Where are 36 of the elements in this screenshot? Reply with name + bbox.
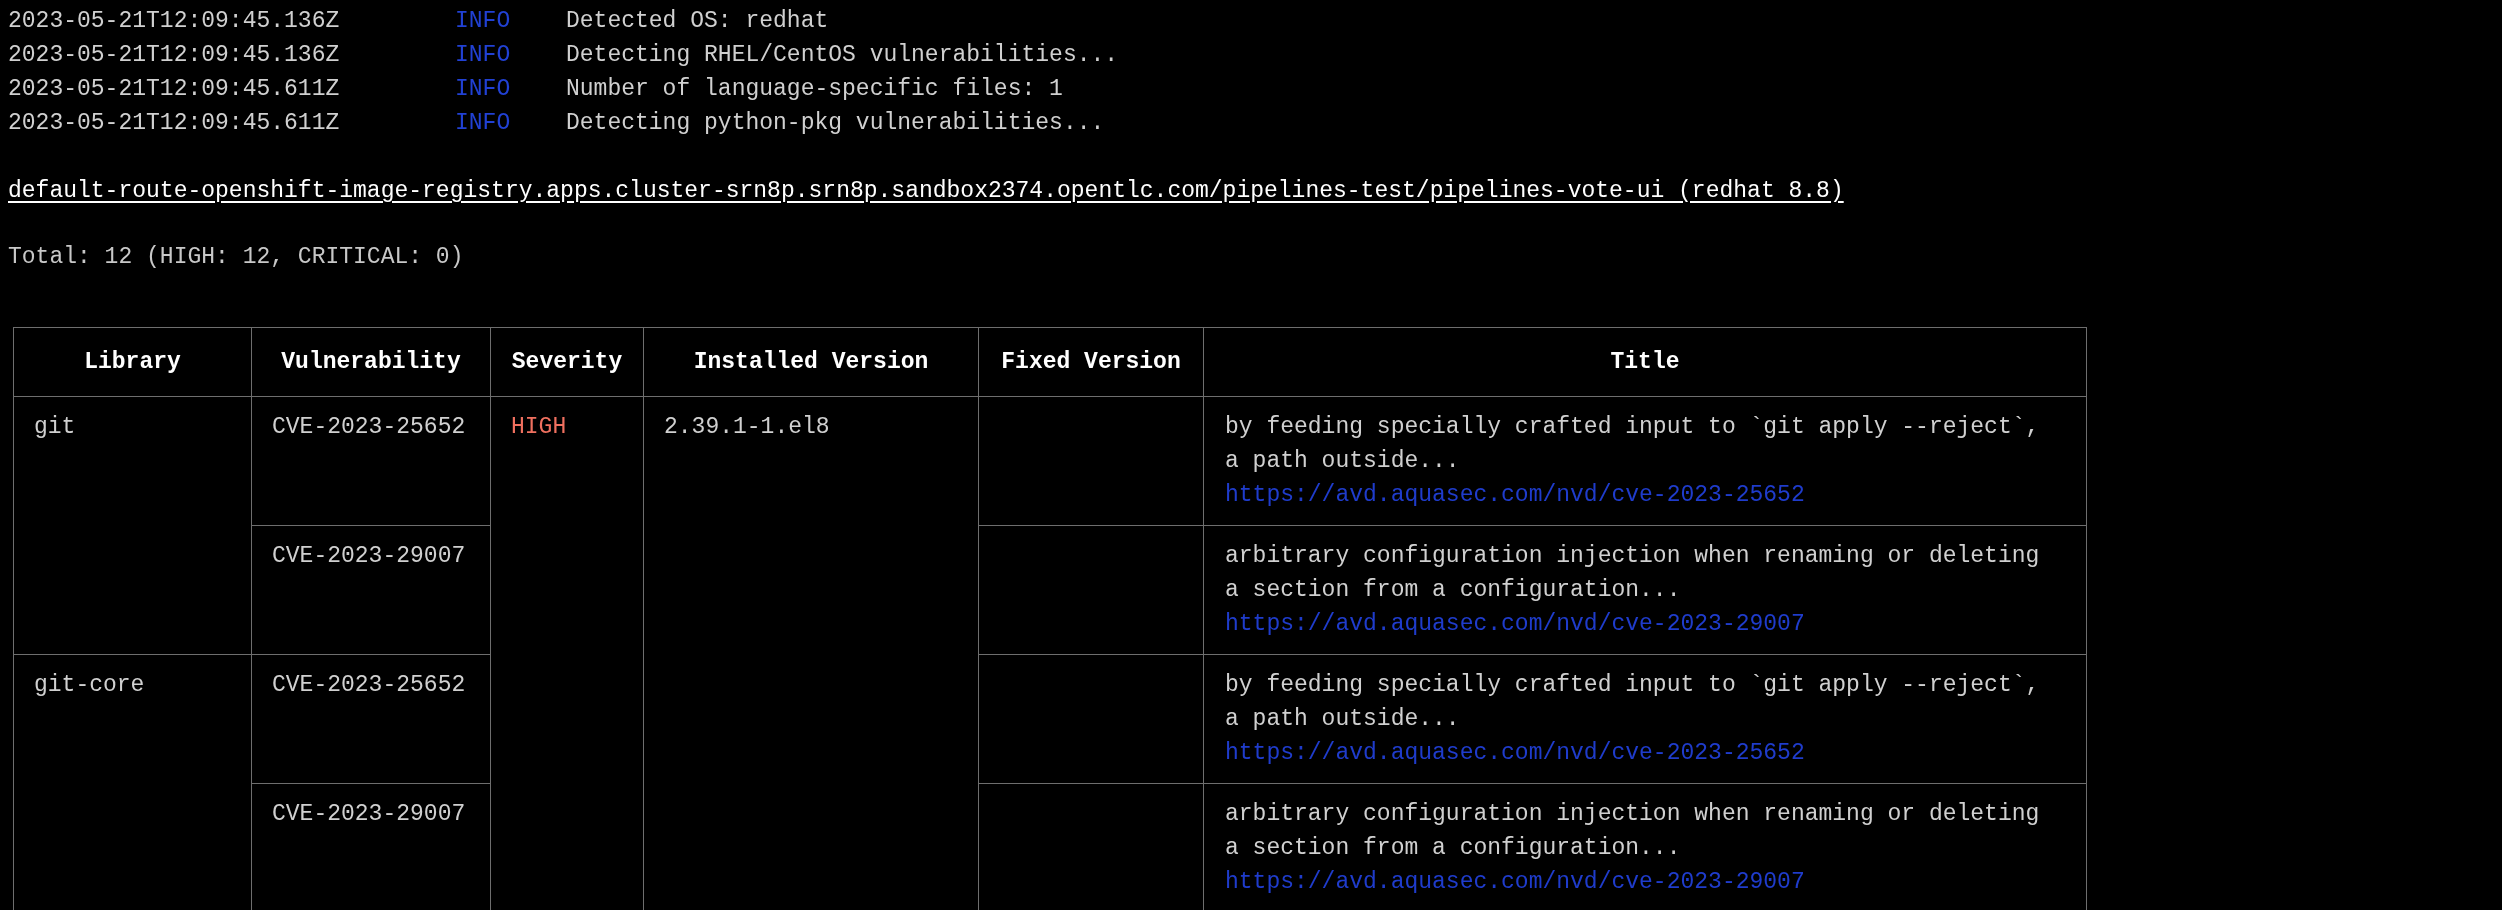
vulnerability-title: arbitrary configuration injection when renaming or deleting a section from a configuration... — [1225, 542, 2041, 605]
log-level: INFO — [455, 7, 512, 36]
table-cell: CVE-2023-29007 — [272, 801, 466, 827]
table-cell: CVE-2023-25652 — [272, 672, 466, 698]
table-cell: 2.39.1-1.el8 — [664, 414, 830, 440]
image-target: default-route-openshift-image-registry.apps.cluster-srn8p.srn8p.sandbox2374.opentlc.com/pipelines-test/pipelines-vote-ui (redhat 8.8) — [8, 178, 1844, 204]
vulnerability-title: by feeding specially crafted input to `git apply --reject`, a path outside... — [1225, 413, 2041, 476]
table-cell: git — [34, 414, 76, 440]
column-header: Vulnerability — [281, 349, 461, 375]
log-message: Detected OS: redhat — [566, 7, 829, 36]
log-timestamp: 2023-05-21T12:09:45.611Z — [8, 75, 341, 104]
column-header: Fixed Version — [1001, 349, 1181, 375]
vulnerability-title: arbitrary configuration injection when renaming or deleting a section from a configuration... — [1225, 800, 2041, 863]
log-message: Detecting python-pkg vulnerabilities... — [566, 109, 1105, 138]
advisory-link[interactable]: https://avd.aquasec.com/nvd/cve-2023-29007 — [1225, 865, 1805, 899]
log-message: Number of language-specific files: 1 — [566, 75, 1063, 104]
table-cell: CVE-2023-29007 — [272, 543, 466, 569]
vulnerability-title: by feeding specially crafted input to `git apply --reject`, a path outside... — [1225, 671, 2041, 734]
advisory-link[interactable]: https://avd.aquasec.com/nvd/cve-2023-25652 — [1225, 736, 1805, 770]
log-level: INFO — [455, 41, 512, 70]
log-message: Detecting RHEL/CentOS vulnerabilities... — [566, 41, 1119, 70]
column-header: Severity — [511, 349, 623, 375]
log-timestamp: 2023-05-21T12:09:45.136Z — [8, 41, 341, 70]
column-header: Library — [84, 349, 181, 375]
column-header: Title — [1610, 349, 1680, 375]
severity-label: HIGH — [511, 414, 567, 440]
log-level: INFO — [455, 75, 512, 104]
log-level: INFO — [455, 109, 512, 138]
log-timestamp: 2023-05-21T12:09:45.136Z — [8, 7, 341, 36]
vulnerability-summary: Total: 12 (HIGH: 12, CRITICAL: 0) — [8, 244, 464, 270]
table-cell: git-core — [34, 672, 145, 698]
table-cell: CVE-2023-25652 — [272, 414, 466, 440]
advisory-link[interactable]: https://avd.aquasec.com/nvd/cve-2023-29007 — [1225, 607, 1805, 641]
column-header: Installed Version — [693, 349, 929, 375]
advisory-link[interactable]: https://avd.aquasec.com/nvd/cve-2023-25652 — [1225, 478, 1805, 512]
log-timestamp: 2023-05-21T12:09:45.611Z — [8, 109, 341, 138]
